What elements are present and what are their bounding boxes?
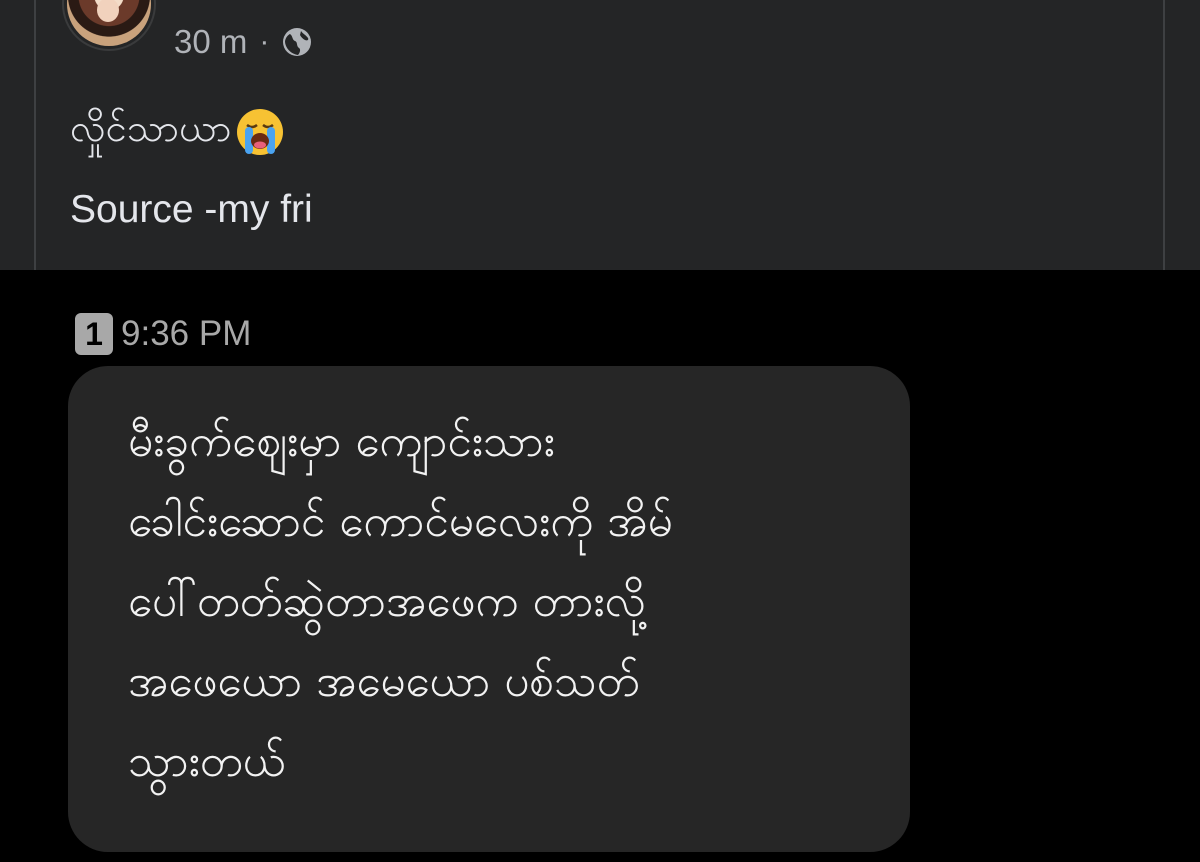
sim-slot-badge: 1 (75, 313, 113, 355)
post-border-right (1163, 0, 1165, 270)
message-bubble[interactable]: မီးခွက်ဈေးမှာ ကျောင်းသား ခေါင်းဆောင် ကော… (68, 366, 910, 852)
post-meta: 30 m · (174, 20, 313, 64)
avatar-face (97, 0, 119, 22)
message-time: 9:36 PM (121, 314, 252, 353)
message-line: ခေါင်းဆောင် ကောင်မလေးကို အိမ် (128, 496, 673, 547)
author-avatar[interactable] (67, 0, 151, 46)
message-line: အဖေယော အမေယော ပစ်သတ် (128, 656, 640, 707)
post-border-left (34, 0, 36, 270)
message-line: သွားတယ် (128, 736, 286, 787)
screenshot-canvas: 30 m · လှိုင်သာယာ Source -my fri 1 9:36 … (0, 0, 1200, 862)
loudly-crying-face-icon (236, 109, 283, 155)
message-line: မီးခွက်ဈေးမှာ ကျောင်းသား (128, 416, 555, 467)
meta-separator: · (259, 25, 270, 58)
post-text-myanmar: လှိုင်သာယာ (70, 106, 232, 150)
message-header: 1 9:36 PM (75, 312, 251, 356)
facebook-post: 30 m · လှိုင်သာယာ Source -my fri (0, 0, 1200, 270)
post-text-line-1: လှိုင်သာယာ (70, 104, 286, 160)
globe-icon (283, 28, 312, 56)
post-text-line-2: Source -my fri (70, 188, 313, 231)
post-timestamp[interactable]: 30 m (174, 23, 247, 61)
message-body: မီးခွက်ဈေးမှာ ကျောင်းသား ခေါင်းဆောင် ကော… (128, 402, 888, 802)
message-line: ပေါ်တတ်ဆွဲတာအဖေက တားလို့ (128, 576, 646, 627)
